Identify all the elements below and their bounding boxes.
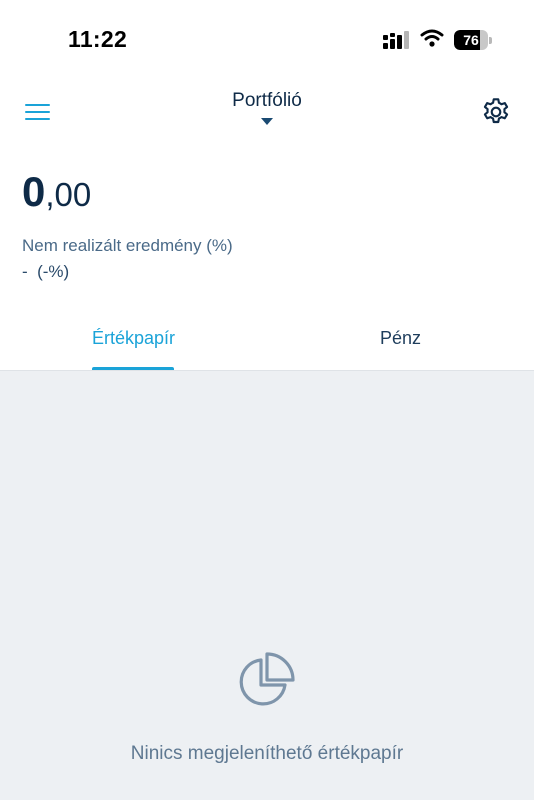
balance-decimal: ,00 <box>45 176 92 213</box>
balance-integer: 0 <box>22 168 46 215</box>
app-header: Portfólió <box>0 82 534 140</box>
wifi-icon <box>420 29 444 47</box>
empty-state-message: Ninics megjeleníthető értékpapír <box>130 743 404 764</box>
tab-cash[interactable]: Pénz <box>380 328 421 349</box>
securities-list: Ninics megjeleníthető értékpapír <box>0 370 534 800</box>
tab-securities[interactable]: Értékpapír <box>92 328 175 349</box>
portfolio-selector[interactable]: Portfólió <box>167 90 367 130</box>
pie-chart-icon <box>239 652 295 706</box>
menu-icon <box>25 104 50 120</box>
portfolio-screen: 11:22 76 Portfólió 0,00 Nem realizált er… <box>0 0 534 800</box>
unrealized-result-label: Nem realizált eredmény (%) <box>22 236 233 255</box>
battery-icon: 76 <box>454 30 492 50</box>
battery-level-text: 76 <box>463 32 479 48</box>
signal-icon <box>383 31 409 49</box>
status-time: 11:22 <box>68 26 128 52</box>
gear-icon <box>483 98 509 124</box>
portfolio-balance: 0,00 <box>22 168 91 216</box>
dropdown-caret-icon <box>261 118 273 125</box>
menu-button[interactable] <box>22 98 54 126</box>
settings-button[interactable] <box>480 96 512 128</box>
unrealized-result-value: - (-%) <box>22 262 70 281</box>
status-bar: 11:22 76 <box>0 0 534 80</box>
page-title: Portfólió <box>232 90 302 111</box>
tab-bar: Értékpapír Pénz <box>0 310 534 370</box>
